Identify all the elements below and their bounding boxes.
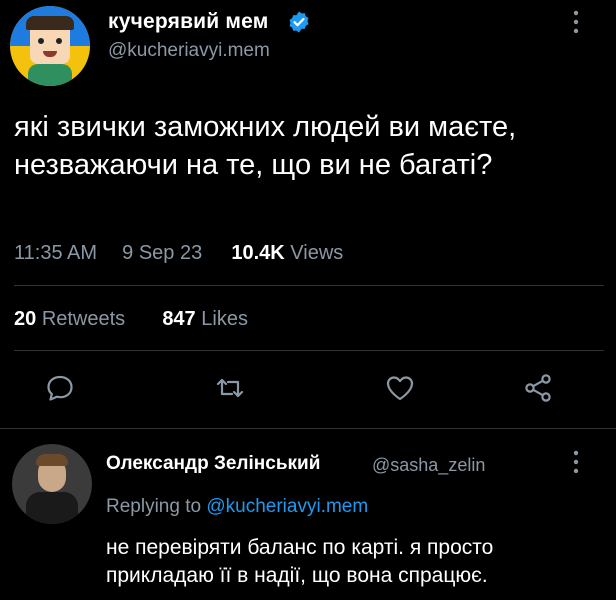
replying-prefix: Replying to [106,496,202,517]
views-count: 10.4K [231,242,285,264]
likes-label: Likes [201,308,248,330]
divider [0,428,616,429]
reply-icon[interactable] [44,372,76,404]
more-options-icon[interactable] [572,449,580,475]
share-icon[interactable] [522,372,554,404]
tweet-meta: 11:35 AM 9 Sep 23 10.4K Views [14,242,343,265]
tweet-stats: 20 Retweets 847 Likes [14,308,248,331]
views-label[interactable]: Views [290,242,343,264]
author-name[interactable]: кучерявий мем [108,10,269,34]
avatar-torso [26,492,78,524]
tweet-time: 11:35 AM [14,242,98,264]
avatar-hair [26,16,74,30]
likes-stat[interactable]: 847 Likes [162,308,248,330]
retweet-icon[interactable] [214,372,246,404]
divider [14,285,604,286]
more-options-icon[interactable] [572,9,580,35]
retweets-count: 20 [14,308,37,330]
reply-text: не перевіряти баланс по карті. я просто … [106,536,494,587]
tweet-text: які звички заможних людей ви маєте, незв… [14,111,517,181]
replying-handle-link[interactable]: @kucheriavyi.mem [206,496,368,517]
avatar-eye-right [56,38,62,44]
replying-to: Replying to @kucheriavyi.mem [106,496,368,518]
reply-author-name[interactable]: Олександр Зелінський [106,453,320,475]
avatar-body [28,64,72,86]
reply-author-avatar[interactable] [12,444,92,524]
retweets-label: Retweets [41,308,126,330]
divider [14,350,604,351]
tweet-view: кучерявий мем @kucheriavyi.mem які звичк… [0,0,616,600]
author-handle[interactable]: @kucheriavyi.mem [108,40,270,62]
author-avatar[interactable] [10,6,90,86]
verified-badge-icon [289,11,309,33]
avatar-eye-left [38,38,44,44]
tweet-date: 9 Sep 23 [122,242,203,264]
likes-count: 847 [162,308,196,330]
heart-icon[interactable] [384,372,416,404]
reply-author-handle[interactable]: @sasha_zelin [372,455,485,476]
retweets-stat[interactable]: 20 Retweets [14,308,131,330]
avatar-hair [36,454,68,466]
